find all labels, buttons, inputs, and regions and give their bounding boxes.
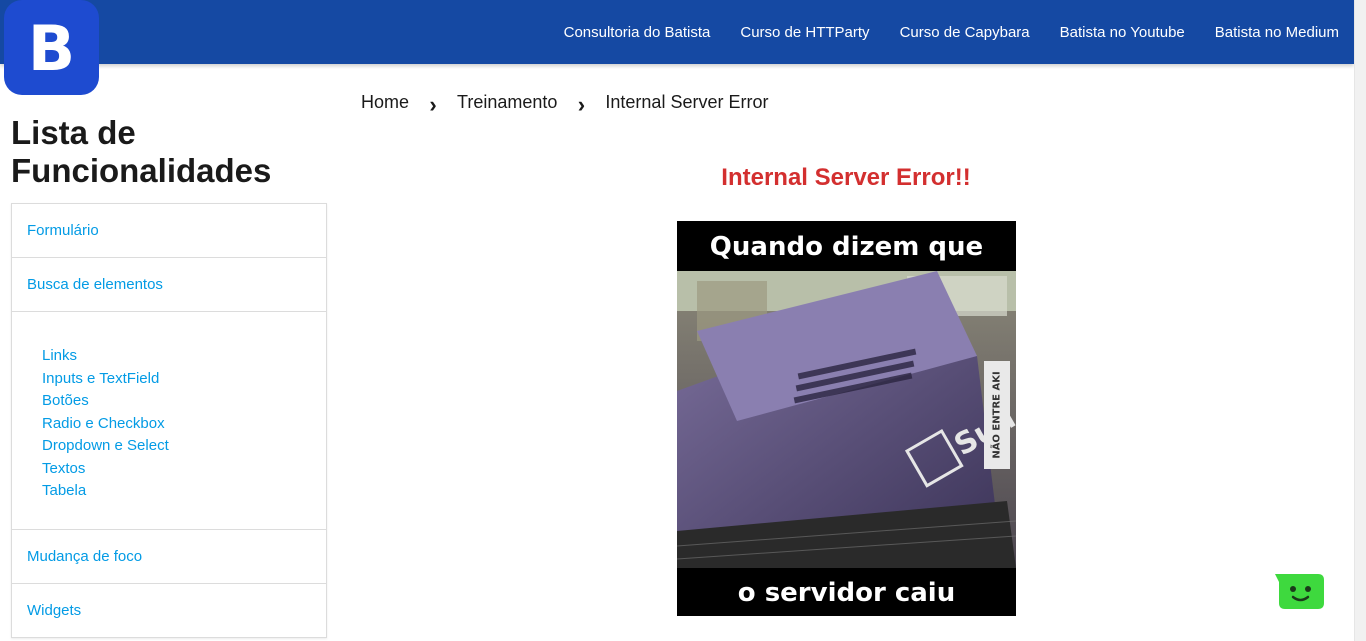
breadcrumb-current: Internal Server Error [605, 91, 769, 112]
top-navbar: Consultoria do Batista Curso de HTTParty… [0, 0, 1354, 64]
sidebar-title: Lista de Funcionalidades [11, 114, 272, 189]
submenu-item: Links [42, 345, 326, 368]
sidebar-item-label[interactable]: Widgets [27, 602, 81, 619]
nav-consultoria-link[interactable]: Consultoria do Batista [564, 24, 711, 41]
submenu-list: Links Inputs e TextField Botões Radio e … [42, 345, 326, 503]
meme-top-caption: Quando dizem que [709, 232, 984, 262]
watermark-tag: NÃO ENTRE AKI [984, 361, 1010, 469]
sidebar-item-widgets[interactable]: Widgets [12, 584, 326, 638]
breadcrumb: Home › Treinamento › Internal Server Err… [361, 86, 768, 118]
sidebar-item-formulario[interactable]: Formulário [12, 204, 326, 258]
breadcrumb-treinamento[interactable]: Treinamento [457, 92, 557, 113]
fallen-server-photo: Sun [677, 271, 1016, 568]
error-meme-image: Quando dizem que Sun NÃO ENTRE AKI o ser… [677, 221, 1016, 616]
submenu-item: Inputs e TextField [42, 368, 326, 391]
nav-httparty-link[interactable]: Curso de HTTParty [740, 24, 869, 41]
sidebar-menu: Formulário Busca de elementos Links Inpu… [11, 203, 327, 638]
sidebar-item-busca-elementos[interactable]: Busca de elementos [12, 258, 326, 312]
nav-medium-link[interactable]: Batista no Medium [1215, 24, 1339, 41]
chevron-right-icon: › [429, 92, 437, 117]
submenu-link-inputs[interactable]: Inputs e TextField [42, 370, 159, 387]
submenu-link-dropdown-select[interactable]: Dropdown e Select [42, 437, 169, 454]
sidebar-submenu: Links Inputs e TextField Botões Radio e … [12, 312, 326, 530]
submenu-item: Botões [42, 390, 326, 413]
submenu-item: Tabela [42, 480, 326, 503]
nav-capybara-link[interactable]: Curso de Capybara [900, 24, 1030, 41]
submenu-link-botoes[interactable]: Botões [42, 392, 89, 409]
sidebar-item-mudanca-foco[interactable]: Mudança de foco [12, 530, 326, 584]
submenu-item: Dropdown e Select [42, 435, 326, 458]
chat-bot-icon[interactable] [1273, 572, 1324, 609]
sidebar-item-label[interactable]: Busca de elementos [27, 276, 163, 293]
main-nav: Consultoria do Batista Curso de HTTParty… [534, 0, 1339, 64]
page-scrollbar[interactable] [1354, 0, 1366, 641]
chevron-right-icon: › [577, 92, 586, 117]
submenu-link-radio-checkbox[interactable]: Radio e Checkbox [42, 415, 165, 432]
brand-logo[interactable]: B [4, 0, 99, 95]
error-title: Internal Server Error!! [721, 164, 971, 191]
breadcrumb-home[interactable]: Home [361, 92, 409, 113]
nav-youtube-link[interactable]: Batista no Youtube [1060, 24, 1185, 41]
submenu-link-links[interactable]: Links [42, 347, 77, 364]
sidebar-item-label[interactable]: Formulário [27, 222, 99, 239]
submenu-link-textos[interactable]: Textos [42, 460, 85, 477]
watermark-text: NÃO ENTRE AKI [991, 371, 1003, 459]
sidebar-item-label[interactable]: Mudança de foco [27, 548, 142, 565]
submenu-item: Textos [42, 458, 326, 481]
submenu-link-tabela[interactable]: Tabela [42, 482, 86, 499]
submenu-item: Radio e Checkbox [42, 413, 326, 436]
logo-letter: B [27, 11, 76, 85]
meme-bottom-caption: o servidor caiu [737, 578, 956, 608]
